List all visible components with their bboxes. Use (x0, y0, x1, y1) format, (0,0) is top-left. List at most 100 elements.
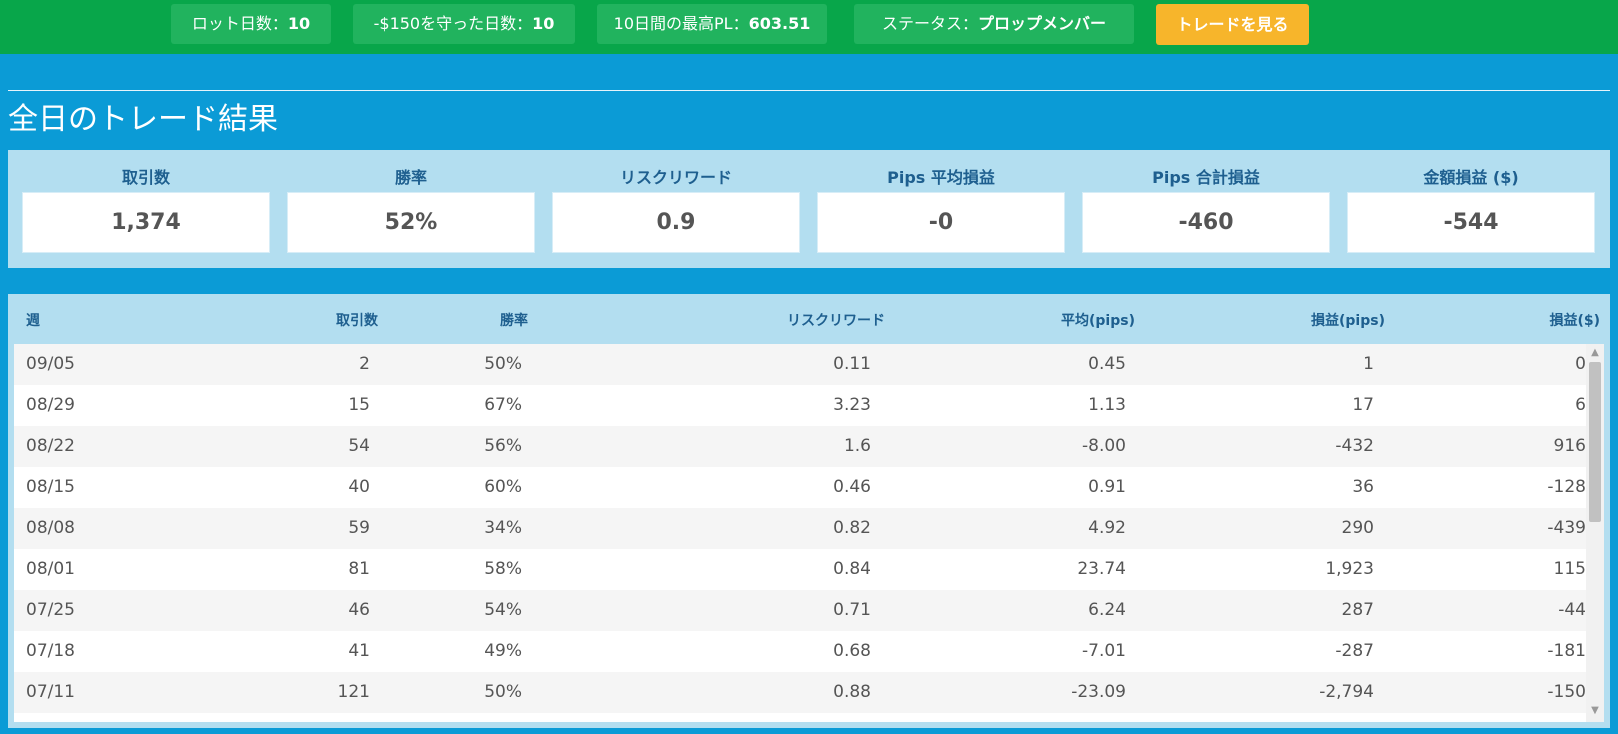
cell-week: 08/08 (26, 518, 75, 538)
kpi-pips-total: Pips 合計損益 -460 (1082, 150, 1330, 268)
cell-avg-pips: -8.00 (1082, 436, 1126, 456)
cell-win-rate: 34% (484, 518, 522, 538)
cell-pl-dollars: -181 (1547, 641, 1586, 661)
cell-risk-reward: 1.6 (843, 436, 871, 456)
cell-avg-pips: -7.01 (1082, 641, 1126, 661)
cell-win-rate: 58% (484, 559, 522, 579)
cell-win-rate: 60% (484, 477, 522, 497)
cell-pl-dollars: -44 (1558, 600, 1586, 620)
cell-win-rate: 50% (484, 682, 522, 702)
cell-pl-dollars: -128 (1547, 477, 1586, 497)
kpi-dollar-pl: 金額損益 ($) -544 (1347, 150, 1595, 268)
cell-win-rate: 49% (484, 641, 522, 661)
cell-pl-dollars: -439 (1547, 518, 1586, 538)
column-header-risk-reward: リスクリワード (787, 313, 885, 329)
table-body: 09/05 2 50% 0.11 0.45 1 0 08/29 15 67% 3… (14, 344, 1586, 722)
status-stat: ステータス：プロップメンバー (854, 4, 1134, 44)
cell-week: 07/25 (26, 600, 75, 620)
table-row[interactable]: 09/05 2 50% 0.11 0.45 1 0 (14, 344, 1586, 385)
cell-pl-pips: 36 (1352, 477, 1374, 497)
lot-days-stat: ロット日数：10 (171, 4, 331, 44)
kpi-trade-count: 取引数 1,374 (22, 150, 270, 268)
cell-trades: 121 (337, 682, 370, 702)
cell-risk-reward: 3.23 (833, 395, 871, 415)
max-pl-stat: 10日間の最高PL：603.51 (597, 4, 827, 44)
cell-avg-pips: 1.13 (1088, 395, 1126, 415)
cell-week: 08/15 (26, 477, 75, 497)
kpi-label: Pips 平均損益 (887, 168, 995, 187)
kpi-label: 金額損益 ($) (1423, 168, 1519, 187)
kpi-label: 取引数 (121, 168, 170, 187)
cell-pl-dollars: -150 (1547, 682, 1586, 702)
view-trades-button[interactable]: トレードを見る (1156, 4, 1309, 45)
cell-win-rate: 54% (484, 600, 522, 620)
cell-trades: 54 (348, 436, 370, 456)
scrollbar-thumb[interactable] (1589, 362, 1601, 522)
page-title: 全日のトレード結果 (8, 102, 278, 137)
cell-risk-reward: 0.46 (833, 477, 871, 497)
cell-pl-pips: 1,923 (1325, 559, 1374, 579)
cell-trades: 41 (348, 641, 370, 661)
cell-pl-pips: 287 (1341, 600, 1374, 620)
column-header-pl-dollars: 損益($) (1549, 313, 1600, 329)
column-header-avg-pips: 平均(pips) (1061, 313, 1135, 329)
cell-week: 07/11 (26, 682, 75, 702)
cell-trades: 81 (348, 559, 370, 579)
table-row[interactable]: 08/08 59 34% 0.82 4.92 290 -439 (14, 508, 1586, 549)
cell-risk-reward: 0.88 (833, 682, 871, 702)
cell-week: 08/29 (26, 395, 75, 415)
table-row[interactable]: 08/01 81 58% 0.84 23.74 1,923 115 (14, 549, 1586, 590)
scroll-down-arrow-icon[interactable]: ▼ (1586, 704, 1604, 718)
protected-days-stat: -$150を守った日数：10 (353, 4, 575, 44)
cell-avg-pips: 0.45 (1088, 354, 1126, 374)
cell-week: 07/18 (26, 641, 75, 661)
kpi-value: 1,374 (22, 192, 270, 253)
kpi-value: 52% (287, 192, 535, 253)
cell-pl-pips: -2,794 (1319, 682, 1374, 702)
cell-pl-pips: 1 (1363, 354, 1374, 374)
cell-pl-pips: -432 (1335, 436, 1374, 456)
weekly-results-table: 週 取引数 勝率 リスクリワード 平均(pips) 損益(pips) 損益($)… (8, 294, 1610, 728)
cell-trades: 15 (348, 395, 370, 415)
cell-risk-reward: 0.82 (833, 518, 871, 538)
cell-trades: 40 (348, 477, 370, 497)
table-row[interactable]: 07/25 46 54% 0.71 6.24 287 -44 (14, 590, 1586, 631)
cell-trades: 59 (348, 518, 370, 538)
table-row[interactable]: 07/11 121 50% 0.88 -23.09 -2,794 -150 (14, 672, 1586, 713)
cell-trades: 2 (359, 354, 370, 374)
column-header-week: 週 (26, 313, 40, 329)
cell-risk-reward: 0.71 (833, 600, 871, 620)
scroll-up-arrow-icon[interactable]: ▲ (1586, 346, 1604, 360)
kpi-value: 0.9 (552, 192, 800, 253)
cell-win-rate: 56% (484, 436, 522, 456)
column-header-trades: 取引数 (336, 313, 378, 329)
kpi-value: -544 (1347, 192, 1595, 253)
table-row[interactable]: 07/18 41 49% 0.68 -7.01 -287 -181 (14, 631, 1586, 672)
cell-avg-pips: 0.91 (1088, 477, 1126, 497)
column-header-pl-pips: 損益(pips) (1311, 313, 1385, 329)
column-header-win-rate: 勝率 (500, 313, 528, 329)
cell-pl-dollars: 916 (1553, 436, 1586, 456)
cell-pl-dollars: 115 (1553, 559, 1586, 579)
top-stats-bar: ロット日数：10 -$150を守った日数：10 10日間の最高PL：603.51… (0, 0, 1618, 54)
table-scrollbar[interactable]: ▲ ▼ (1586, 344, 1604, 722)
cell-avg-pips: 6.24 (1088, 600, 1126, 620)
cell-pl-dollars: 6 (1575, 395, 1586, 415)
cell-pl-pips: -287 (1335, 641, 1374, 661)
kpi-label: 勝率 (394, 168, 427, 187)
kpi-win-rate: 勝率 52% (287, 150, 535, 268)
cell-risk-reward: 0.11 (833, 354, 871, 374)
cell-avg-pips: 23.74 (1077, 559, 1126, 579)
cell-week: 08/01 (26, 559, 75, 579)
kpi-risk-reward: リスクリワード 0.9 (552, 150, 800, 268)
cell-pl-dollars: 0 (1575, 354, 1586, 374)
cell-pl-pips: 290 (1341, 518, 1374, 538)
cell-avg-pips: 4.92 (1088, 518, 1126, 538)
cell-risk-reward: 0.68 (833, 641, 871, 661)
table-row[interactable]: 08/15 40 60% 0.46 0.91 36 -128 (14, 467, 1586, 508)
table-row[interactable]: 08/29 15 67% 3.23 1.13 17 6 (14, 385, 1586, 426)
table-row[interactable]: 08/22 54 56% 1.6 -8.00 -432 916 (14, 426, 1586, 467)
kpi-value: -0 (817, 192, 1065, 253)
kpi-label: Pips 合計損益 (1152, 168, 1260, 187)
cell-trades: 46 (348, 600, 370, 620)
